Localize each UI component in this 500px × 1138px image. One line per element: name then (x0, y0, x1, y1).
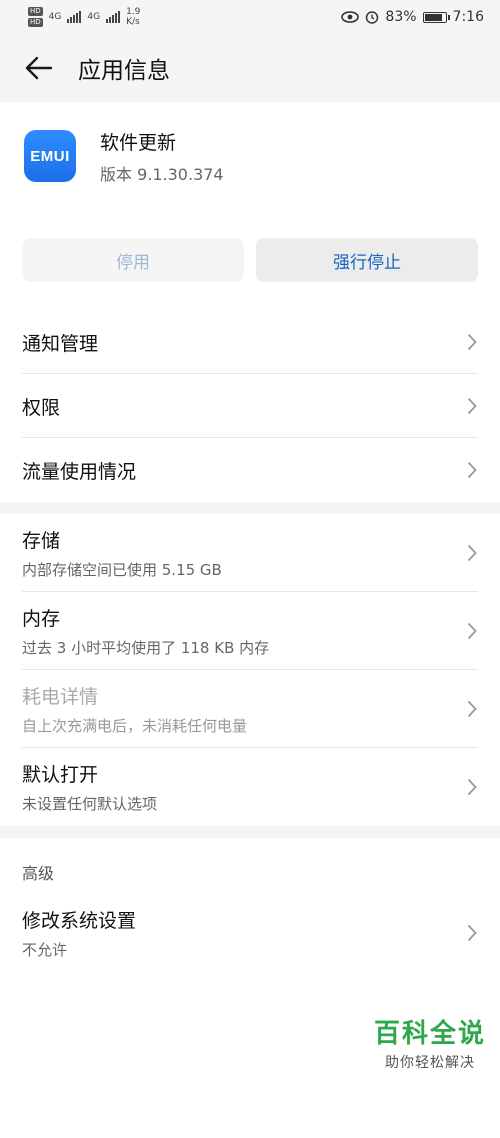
app-icon-text: EMUI (30, 148, 70, 165)
app-name: 软件更新 (100, 128, 224, 155)
settings-section-1: 通知管理 权限 流量使用情况 (0, 310, 500, 502)
data-usage-item[interactable]: 流量使用情况 (0, 438, 500, 502)
sim1-badge: HD (28, 7, 43, 16)
item-title: 权限 (22, 393, 60, 420)
app-version: 版本 9.1.30.374 (100, 161, 224, 185)
sim-indicators: HD HD (28, 7, 43, 27)
chevron-right-icon (466, 777, 478, 797)
item-title: 通知管理 (22, 329, 98, 356)
status-right: 83% 7:16 (341, 9, 484, 25)
signal-icon (106, 11, 120, 23)
action-buttons: 停用 强行停止 (0, 210, 500, 310)
section-gap (0, 826, 500, 838)
item-subtitle: 不允许 (22, 939, 136, 960)
item-title: 默认打开 (22, 760, 157, 787)
network-type-1: 4G (49, 12, 62, 22)
item-title: 流量使用情况 (22, 457, 136, 484)
disable-button[interactable]: 停用 (22, 238, 244, 282)
back-arrow-icon (25, 56, 53, 80)
chevron-right-icon (466, 543, 478, 563)
status-bar: HD HD 4G 4G 1.9 K/s 83% 7:16 (0, 0, 500, 34)
alarm-icon (365, 10, 379, 24)
back-button[interactable] (22, 51, 56, 85)
network-type-2: 4G (87, 12, 100, 22)
battery-percent: 83% (385, 9, 416, 25)
item-subtitle: 未设置任何默认选项 (22, 793, 157, 814)
storage-item[interactable]: 存储 内部存储空间已使用 5.15 GB (0, 514, 500, 592)
memory-item[interactable]: 内存 过去 3 小时平均使用了 118 KB 内存 (0, 592, 500, 670)
notification-management-item[interactable]: 通知管理 (0, 310, 500, 374)
app-info-card: EMUI 软件更新 版本 9.1.30.374 停用 强行停止 通知管理 权限 … (0, 102, 500, 502)
watermark: 百科全说 助你轻松解决 (374, 1013, 486, 1072)
advanced-section: 高级 修改系统设置 不允许 (0, 838, 500, 1138)
battery-icon (423, 12, 447, 23)
sim2-badge: HD (28, 18, 43, 27)
page-title: 应用信息 (78, 51, 170, 85)
item-title: 耗电详情 (22, 682, 247, 709)
modify-system-settings-item[interactable]: 修改系统设置 不允许 (0, 894, 500, 972)
watermark-subtitle: 助你轻松解决 (374, 1052, 486, 1072)
signal-icon (67, 11, 81, 23)
open-by-default-item[interactable]: 默认打开 未设置任何默认选项 (0, 748, 500, 826)
settings-section-2: 存储 内部存储空间已使用 5.15 GB 内存 过去 3 小时平均使用了 118… (0, 514, 500, 826)
chevron-right-icon (466, 332, 478, 352)
chevron-right-icon (466, 923, 478, 943)
app-bar: 应用信息 (0, 34, 500, 102)
app-icon: EMUI (24, 130, 76, 182)
force-stop-button[interactable]: 强行停止 (256, 238, 478, 282)
item-title: 存储 (22, 526, 222, 553)
advanced-label: 高级 (0, 838, 500, 894)
battery-details-item[interactable]: 耗电详情 自上次充满电后，未消耗任何电量 (0, 670, 500, 748)
speed-unit: K/s (126, 17, 140, 27)
section-gap (0, 502, 500, 514)
status-left: HD HD 4G 4G 1.9 K/s (28, 7, 140, 27)
item-title: 修改系统设置 (22, 906, 136, 933)
item-subtitle: 内部存储空间已使用 5.15 GB (22, 559, 222, 580)
app-header: EMUI 软件更新 版本 9.1.30.374 (0, 102, 500, 210)
clock: 7:16 (453, 9, 484, 25)
speed-value: 1.9 (126, 7, 140, 17)
chevron-right-icon (466, 621, 478, 641)
item-subtitle: 过去 3 小时平均使用了 118 KB 内存 (22, 637, 269, 658)
eye-icon (341, 11, 359, 23)
item-subtitle: 自上次充满电后，未消耗任何电量 (22, 715, 247, 736)
app-meta: 软件更新 版本 9.1.30.374 (100, 128, 224, 185)
permissions-item[interactable]: 权限 (0, 374, 500, 438)
chevron-right-icon (466, 460, 478, 480)
watermark-title: 百科全说 (374, 1013, 486, 1050)
network-speed: 1.9 K/s (126, 7, 140, 27)
chevron-right-icon (466, 699, 478, 719)
item-title: 内存 (22, 604, 269, 631)
chevron-right-icon (466, 396, 478, 416)
